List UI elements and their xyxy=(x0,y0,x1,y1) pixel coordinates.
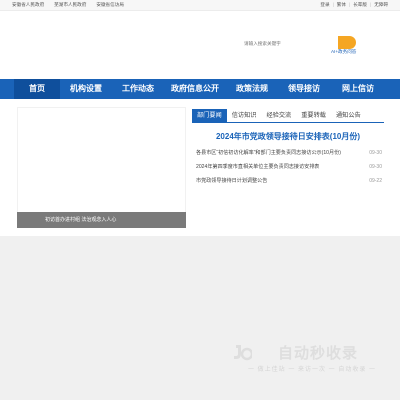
watermark-logo-icon xyxy=(234,345,252,361)
nav-policies[interactable]: 政策法规 xyxy=(226,79,278,99)
news-date: 09-30 xyxy=(369,150,382,156)
link-anhui-government[interactable]: 安徽省人民政府 xyxy=(12,2,44,8)
nav-work-news[interactable]: 工作动态 xyxy=(112,79,164,99)
traditional-chinese-link[interactable]: 繁体 xyxy=(337,2,346,8)
tab-petition-knowledge[interactable]: 信访知识 xyxy=(227,109,262,122)
nav-online-petition[interactable]: 网上信访 xyxy=(330,79,386,99)
tab-department-news[interactable]: 部门要闻 xyxy=(192,109,227,122)
tab-reprints[interactable]: 重要转载 xyxy=(296,109,331,122)
tab-notices[interactable]: 通知公告 xyxy=(331,109,366,122)
divider: | xyxy=(370,2,372,7)
link-anhui-petition-bureau[interactable]: 安徽省信访局 xyxy=(96,2,124,8)
tab-experience-sharing[interactable]: 经验交流 xyxy=(262,109,297,122)
headline-news-link[interactable]: 2024年市党政领导接待日安排表(10月份) xyxy=(192,131,384,142)
nav-home[interactable]: 首页 xyxy=(14,79,60,99)
watermark-subtitle: 一 做上佳站 一 来访一次 一 自动收录 一 xyxy=(248,367,377,373)
news-title[interactable]: 各县市区“初信初访化解率”和部门主要负责同志接访公示(10月份) xyxy=(196,148,361,158)
list-item[interactable]: 2024年第四季度市直相关单位主要负责同志接访安排表 09-30 xyxy=(196,162,382,176)
divider: | xyxy=(332,2,334,7)
main-navigation: 首页 机构设置 工作动态 政府信息公开 政策法规 领导接访 网上信访 xyxy=(0,79,400,99)
list-item[interactable]: 各县市区“初信初访化解率”和部门主要负责同志接访公示(10月份) 09-30 xyxy=(196,148,382,162)
ai-assistant-icon[interactable] xyxy=(338,36,356,49)
divider: | xyxy=(349,2,351,7)
link-wuhu-government[interactable]: 芜湖市人民政府 xyxy=(54,2,86,8)
login-link[interactable]: 登录 xyxy=(320,2,329,8)
slideshow-caption[interactable]: 初访首办进村组 法治观念入人心 xyxy=(17,212,186,228)
search-input[interactable]: 请输入搜索关键字 xyxy=(244,41,281,47)
list-item[interactable]: 市党政领导接待日计划调整公告 09-22 xyxy=(196,176,382,190)
accessibility-link[interactable]: 无障碍 xyxy=(374,2,388,8)
top-utility-bar: 安徽省人民政府 芜湖市人民政府 安徽省信访局 登录 | 繁体 | 长辈版 | 无… xyxy=(0,0,400,11)
news-date: 09-30 xyxy=(369,164,382,170)
nav-government-info[interactable]: 政府信息公开 xyxy=(164,79,226,99)
news-tabs: 部门要闻 信访知识 经验交流 重要转载 通知公告 xyxy=(192,109,384,123)
watermark-title: 自动秒收录 xyxy=(278,345,359,362)
ai-assistant-label[interactable]: AI+政务问答 xyxy=(331,49,356,55)
top-links-left: 安徽省人民政府 芜湖市人民政府 安徽省信访局 xyxy=(12,2,124,8)
news-title[interactable]: 2024年第四季度市直相关单位主要负责同志接访安排表 xyxy=(196,162,361,172)
top-links-right: 登录 | 繁体 | 长辈版 | 无障碍 xyxy=(320,2,388,8)
nav-leader-reception[interactable]: 领导接访 xyxy=(278,79,330,99)
news-date: 09-22 xyxy=(369,178,382,184)
news-title[interactable]: 市党政领导接待日计划调整公告 xyxy=(196,176,361,186)
news-slideshow[interactable] xyxy=(17,107,186,228)
nav-organization[interactable]: 机构设置 xyxy=(60,79,112,99)
watermark: 自动秒收录 一 做上佳站 一 来访一次 一 自动收录 一 xyxy=(232,340,382,380)
news-list: 各县市区“初信初访化解率”和部门主要负责同志接访公示(10月份) 09-30 2… xyxy=(196,148,382,190)
elder-mode-link[interactable]: 长辈版 xyxy=(353,2,367,8)
